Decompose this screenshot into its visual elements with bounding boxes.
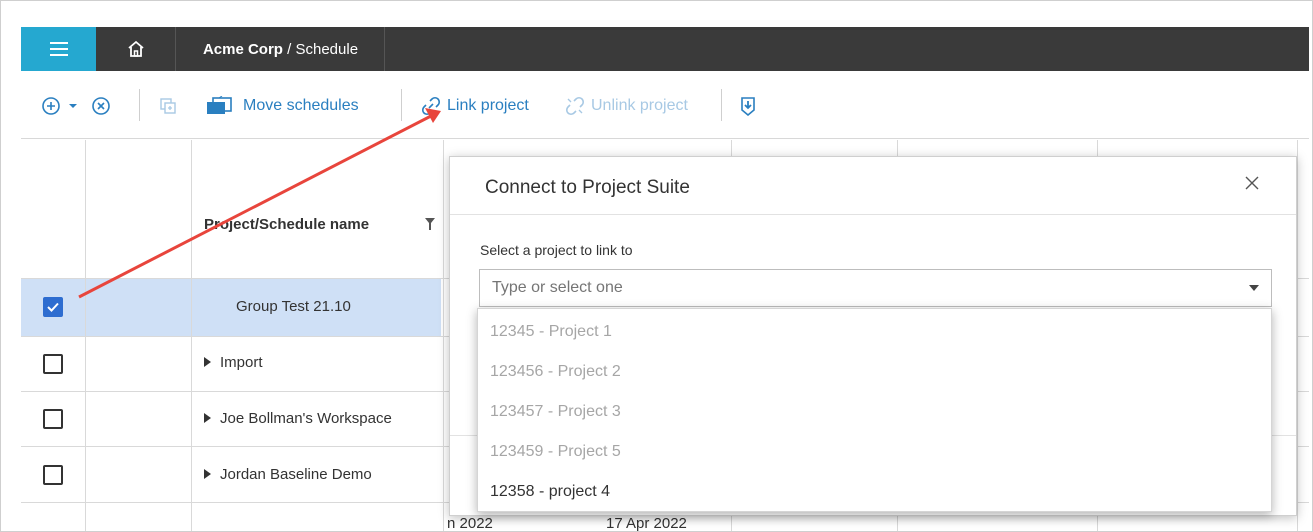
- table-row-name[interactable]: Import: [204, 354, 263, 371]
- dropdown-option: 123457 - Project 3: [490, 403, 621, 420]
- row-name-label: Import: [220, 354, 263, 371]
- dropdown-option: 123456 - Project 2: [490, 363, 621, 380]
- close-icon[interactable]: [1240, 171, 1264, 195]
- app-window: Acme Corp / Schedule Move schedules Link…: [0, 0, 1313, 532]
- move-icon: [207, 96, 232, 114]
- breadcrumb-org[interactable]: Acme Corp: [203, 41, 283, 58]
- chevron-down-icon: [69, 104, 77, 108]
- hamburger-icon: [49, 42, 68, 56]
- project-combobox[interactable]: [479, 269, 1272, 307]
- row-checkbox[interactable]: [43, 465, 63, 485]
- dropdown-option: 123459 - Project 5: [490, 443, 621, 460]
- row-checkbox[interactable]: [43, 409, 63, 429]
- row-checkbox[interactable]: [43, 297, 63, 317]
- link-project-label: Link project: [447, 97, 529, 114]
- divider: [450, 214, 1296, 215]
- date-cell: n 2022: [447, 515, 493, 532]
- copy-icon: [160, 98, 176, 114]
- expand-arrow-icon[interactable]: [204, 469, 211, 480]
- delete-button[interactable]: [91, 95, 111, 117]
- unlink-project-label: Unlink project: [591, 97, 688, 114]
- link-icon: [421, 96, 441, 116]
- import-button[interactable]: [739, 95, 757, 117]
- import-icon: [741, 97, 755, 116]
- top-bar: Acme Corp / Schedule: [21, 27, 1309, 71]
- row-name-label: Jordan Baseline Demo: [220, 466, 372, 483]
- breadcrumb: Acme Corp / Schedule: [177, 27, 385, 71]
- table-row-name[interactable]: Joe Bollman's Workspace: [204, 410, 392, 427]
- add-circle-icon: [42, 97, 60, 115]
- expand-arrow-icon[interactable]: [204, 413, 211, 424]
- toolbar-divider: [721, 89, 722, 121]
- copy-button[interactable]: [159, 95, 177, 117]
- home-button[interactable]: [96, 27, 176, 71]
- checkmark-icon: [47, 302, 59, 312]
- dialog-title: Connect to Project Suite: [485, 177, 690, 198]
- unlink-project-button[interactable]: Unlink project: [565, 95, 688, 117]
- home-icon: [127, 40, 144, 57]
- toolbar-divider: [401, 89, 402, 121]
- table-row-name[interactable]: Jordan Baseline Demo: [204, 466, 372, 483]
- selected-row-highlight: [21, 278, 441, 336]
- toolbar: Move schedules Link project Unlink proje…: [21, 71, 1309, 139]
- add-dropdown-button[interactable]: [41, 95, 79, 117]
- expand-arrow-icon[interactable]: [204, 357, 211, 368]
- cancel-circle-icon: [92, 97, 110, 115]
- table-row-name[interactable]: Group Test 21.10: [236, 298, 351, 315]
- move-schedules-label: Move schedules: [243, 97, 359, 114]
- breadcrumb-separator: /: [282, 40, 296, 58]
- dropdown-option[interactable]: 12358 - project 4: [490, 483, 610, 501]
- filter-icon[interactable]: [425, 218, 435, 230]
- dropdown-option: 12345 - Project 1: [490, 323, 612, 340]
- date-cell: 17 Apr 2022: [606, 515, 687, 532]
- project-dropdown-list: 12345 - Project 1 123456 - Project 2 123…: [477, 308, 1272, 512]
- project-search-input[interactable]: [481, 271, 1221, 305]
- dropdown-caret-icon[interactable]: [1249, 285, 1259, 291]
- menu-button[interactable]: [21, 27, 96, 71]
- link-project-button[interactable]: Link project: [421, 95, 529, 117]
- project-select-label: Select a project to link to: [480, 242, 633, 258]
- toolbar-divider: [139, 89, 140, 121]
- breadcrumb-page: Schedule: [295, 40, 359, 58]
- row-name-label: Joe Bollman's Workspace: [220, 410, 392, 427]
- column-header-name[interactable]: Project/Schedule name: [204, 216, 369, 233]
- unlink-icon: [565, 96, 585, 116]
- move-schedules-button[interactable]: Move schedules: [205, 95, 359, 117]
- row-checkbox[interactable]: [43, 354, 63, 374]
